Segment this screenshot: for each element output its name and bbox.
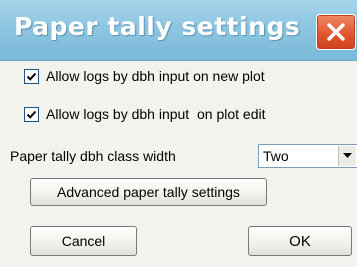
allow-plot-edit-label[interactable]: Allow logs by dbh input on plot edit xyxy=(46,106,265,122)
close-icon xyxy=(327,23,345,41)
allow-new-plot-checkbox[interactable] xyxy=(24,68,39,84)
advanced-settings-button[interactable]: Advanced paper tally settings xyxy=(30,178,267,206)
checkmark-icon xyxy=(26,72,37,81)
checkmark-icon xyxy=(26,110,37,119)
close-button[interactable] xyxy=(316,14,356,50)
allow-plot-edit-option[interactable]: Allow logs by dbh input on plot edit xyxy=(24,104,265,124)
dbh-class-dropdown-button[interactable] xyxy=(338,146,356,166)
dialog-window: Paper tally settings Allow logs by dbh i… xyxy=(0,0,357,267)
allow-new-plot-option[interactable]: Allow logs by dbh input on new plot xyxy=(24,66,265,86)
cancel-button[interactable]: Cancel xyxy=(30,226,137,256)
title-bar[interactable]: Paper tally settings xyxy=(0,0,357,61)
dbh-class-select[interactable]: Two xyxy=(258,144,357,168)
dbh-class-label: Paper tally dbh class width xyxy=(10,148,176,164)
dbh-class-value: Two xyxy=(263,148,289,164)
allow-plot-edit-checkbox[interactable] xyxy=(24,106,39,122)
chevron-down-icon xyxy=(343,153,352,158)
dbh-class-row: Paper tally dbh class width Two xyxy=(10,144,357,170)
window-title: Paper tally settings xyxy=(14,12,301,41)
ok-button[interactable]: OK xyxy=(248,226,352,256)
allow-new-plot-label[interactable]: Allow logs by dbh input on new plot xyxy=(46,68,265,84)
